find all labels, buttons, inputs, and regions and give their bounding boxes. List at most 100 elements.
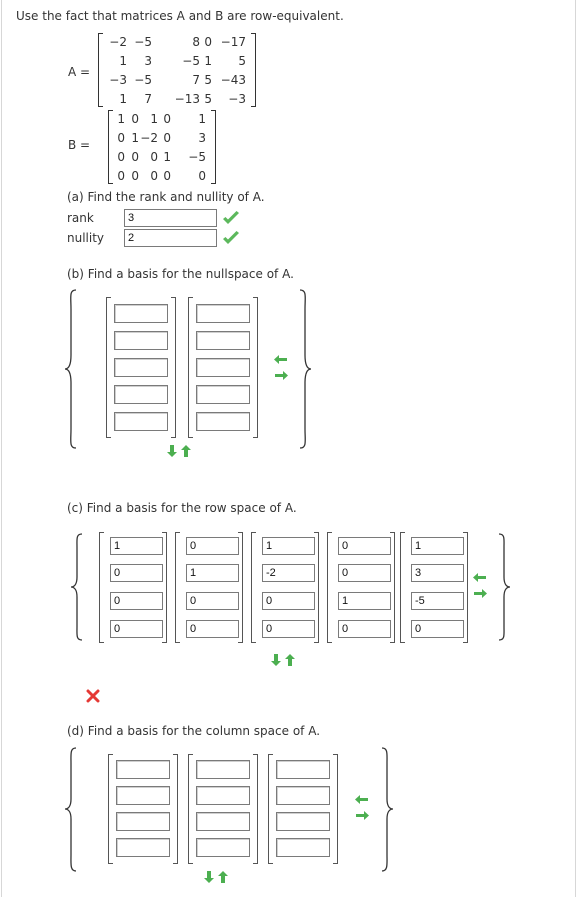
matrix-cell: 1 [119, 54, 127, 68]
colspace-vector-3-left-bracket [268, 754, 273, 864]
matrix-cell: 1 [131, 131, 139, 145]
colspace-v3-entry-3-input[interactable] [276, 812, 330, 831]
rowspace-v4-entry-4-input[interactable]: 0 [338, 620, 391, 638]
colspace-v1-entry-2-input[interactable] [116, 786, 170, 805]
colspace-v2-entry-1-input[interactable] [196, 760, 250, 779]
matrix-cell: 5 [238, 54, 246, 68]
colspace-v1-entry-4-input[interactable] [116, 838, 170, 857]
colspace-v1-entry-1-input[interactable] [116, 760, 170, 779]
rowspace-vector-left-bracket [400, 532, 405, 643]
matrix-cell: −5 [134, 73, 152, 87]
nullity-input[interactable]: 2 [124, 229, 217, 247]
matrix-cell: −3 [228, 92, 246, 106]
nullspace-v2-entry-2-input[interactable] [196, 331, 250, 350]
colspace-vector-1-left-bracket [108, 754, 113, 864]
matrix-cell: 0 [150, 169, 158, 183]
prompt-text: Use the fact that matrices A and B are r… [16, 9, 344, 23]
nullspace-v1-entry-4-input[interactable] [114, 385, 168, 404]
colspace-v3-entry-1-input[interactable] [276, 760, 330, 779]
colspace-add-remove-column-icon[interactable] [355, 794, 369, 824]
matrix-cell: −5 [188, 150, 206, 164]
nullspace-add-remove-row-icon[interactable] [167, 444, 191, 458]
matrix-cell: 1 [150, 112, 158, 126]
matrix-cell: 0 [131, 150, 139, 164]
rowspace-v2-entry-4-input[interactable]: 0 [186, 620, 239, 638]
matrix-cell: 5 [204, 92, 212, 106]
part-c-title: (c) Find a basis for the row space of A. [67, 501, 297, 515]
rowspace-vector-left-bracket [99, 532, 104, 643]
matrix-cell: 1 [163, 150, 171, 164]
nullspace-v2-entry-5-input[interactable] [196, 412, 250, 431]
matrix-cell: 1 [117, 112, 125, 126]
matrix-cell: 5 [204, 73, 212, 87]
nullspace-v1-entry-5-input[interactable] [114, 412, 168, 431]
matrix-cell: 0 [117, 150, 125, 164]
matrix-cell: −5 [134, 35, 152, 49]
colspace-vector-1 [108, 754, 178, 864]
part-d-title: (d) Find a basis for the column space of… [67, 724, 321, 738]
rowspace-v1-entry-1-input[interactable]: 1 [110, 537, 163, 555]
nullspace-add-remove-column-icon[interactable] [274, 354, 288, 384]
part-a-title: (a) Find the rank and nullity of A. [67, 190, 265, 204]
rowspace-v1-entry-4-input[interactable]: 0 [110, 620, 163, 638]
nullspace-v2-entry-3-input[interactable] [196, 358, 250, 377]
rowspace-v5-entry-3-input[interactable]: -5 [411, 592, 464, 610]
nullspace-v2-entry-1-input[interactable] [196, 304, 250, 323]
rowspace-left-brace [70, 533, 83, 641]
rowspace-incorrect-x-icon [86, 689, 100, 703]
matrix-b: 1 0 1 0 1 0 1 −2 0 3 0 0 0 1 −5 0 0 0 0 0 [108, 110, 216, 184]
rowspace-add-remove-column-icon[interactable] [473, 572, 487, 602]
matrix-cell: −17 [220, 35, 246, 49]
colspace-vector-2 [188, 754, 258, 864]
rowspace-v5-entry-2-input[interactable]: 3 [411, 564, 464, 582]
matrix-cell: 0 [117, 131, 125, 145]
rowspace-v3-entry-2-input[interactable]: -2 [262, 564, 315, 582]
matrix-cell: 0 [204, 35, 212, 49]
rowspace-v3-entry-3-input[interactable]: 0 [262, 592, 315, 610]
rowspace-right-brace [498, 533, 511, 641]
colspace-v2-entry-2-input[interactable] [196, 786, 250, 805]
matrix-cell: 0 [131, 169, 139, 183]
colspace-vector-1-right-bracket [173, 754, 178, 864]
matrix-a-left-bracket [98, 33, 103, 107]
colspace-v3-entry-4-input[interactable] [276, 838, 330, 857]
colspace-add-remove-row-icon[interactable] [204, 870, 228, 884]
nullspace-v1-entry-2-input[interactable] [114, 331, 168, 350]
rowspace-v3-entry-4-input[interactable]: 0 [262, 620, 315, 638]
nullspace-v1-entry-1-input[interactable] [114, 304, 168, 323]
rowspace-v1-entry-2-input[interactable]: 0 [110, 564, 163, 582]
matrix-cell: 0 [198, 169, 206, 183]
matrix-cell: −43 [220, 73, 246, 87]
rank-label: rank [67, 211, 94, 225]
rank-correct-check-icon [223, 211, 239, 224]
matrix-cell: 1 [119, 92, 127, 106]
matrix-a: −2 −5 8 0 −17 1 3 −5 1 5 −3 −5 7 5 −43 1 7 −13 5 −3 [98, 33, 256, 107]
colspace-v2-entry-4-input[interactable] [196, 838, 250, 857]
matrix-cell: 1 [198, 112, 206, 126]
colspace-v1-entry-3-input[interactable] [116, 812, 170, 831]
nullspace-vector-1-left-bracket [106, 297, 111, 438]
rowspace-v4-entry-2-input[interactable]: 0 [338, 564, 391, 582]
nullspace-v2-entry-4-input[interactable] [196, 385, 250, 404]
nullspace-v1-entry-3-input[interactable] [114, 358, 168, 377]
rowspace-v2-entry-1-input[interactable]: 0 [186, 537, 239, 555]
colspace-v2-entry-3-input[interactable] [196, 812, 250, 831]
rowspace-v4-entry-3-input[interactable]: 1 [338, 592, 391, 610]
rowspace-v2-entry-3-input[interactable]: 0 [186, 592, 239, 610]
rowspace-v5-entry-1-input[interactable]: 1 [411, 537, 464, 555]
rowspace-v2-entry-2-input[interactable]: 1 [186, 564, 239, 582]
matrix-cell: −3 [109, 73, 127, 87]
rank-input[interactable]: 3 [124, 209, 217, 227]
rowspace-v4-entry-1-input[interactable]: 0 [338, 537, 391, 555]
part-b-title: (b) Find a basis for the nullspace of A. [67, 267, 294, 281]
colspace-v3-entry-2-input[interactable] [276, 786, 330, 805]
question-prompt: Use the fact that matrices A and B are r… [16, 9, 344, 23]
rowspace-v5-entry-4-input[interactable]: 0 [411, 620, 464, 638]
rowspace-add-remove-row-icon[interactable] [271, 653, 295, 667]
rowspace-v1-entry-3-input[interactable]: 0 [110, 592, 163, 610]
colspace-vector-2-right-bracket [253, 754, 258, 864]
matrix-cell: 3 [198, 131, 206, 145]
rowspace-v3-entry-1-input[interactable]: 1 [262, 537, 315, 555]
matrix-a-right-bracket [251, 33, 256, 107]
matrix-cell: 8 [192, 35, 200, 49]
